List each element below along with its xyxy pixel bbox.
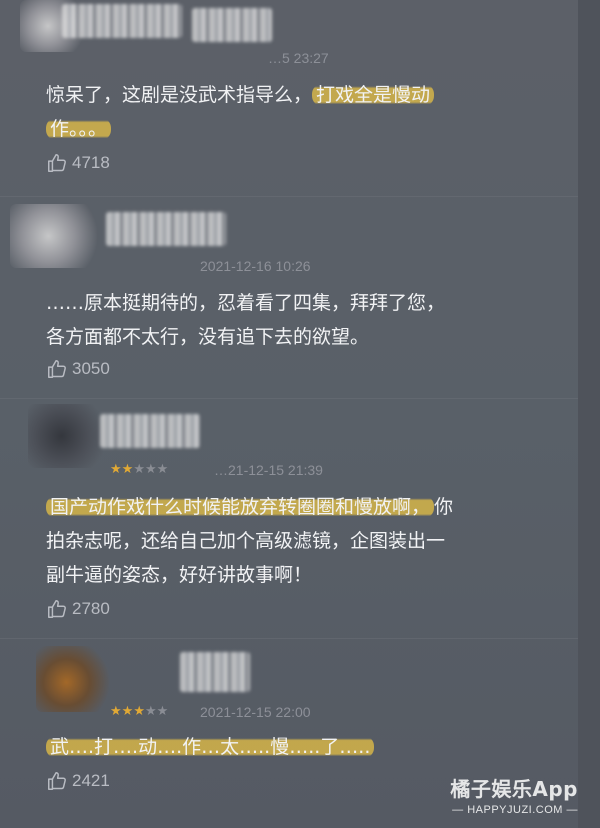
comment-body: ……原本挺期待的，忍着看了四集，拜拜了您， 各方面都不太行，没有追下去的欲望。 <box>46 286 556 354</box>
star-icon: ★ <box>144 462 157 477</box>
username-redacted <box>192 8 272 42</box>
highlighted-text: 打戏全是慢动 <box>312 84 435 106</box>
watermark: 橘子娱乐App — HAPPYJUZI.COM — <box>450 773 578 816</box>
comment-timestamp: 2021-12-16 10:26 <box>200 258 311 274</box>
comment-item: 2021-12-16 10:26 ……原本挺期待的，忍着看了四集，拜拜了您， 各… <box>0 200 578 400</box>
comment-timestamp: …5 23:27 <box>268 50 329 66</box>
comment-line: 各方面都不太行，没有追下去的欲望。 <box>46 326 370 348</box>
comment-body: 武….打….动….作…太…..慢…..了….. <box>46 730 556 764</box>
comment-text: 你 <box>434 496 454 518</box>
divider <box>0 196 578 197</box>
rating-stars: ★★★★★ <box>110 704 168 719</box>
star-icon: ★ <box>110 462 122 477</box>
star-icon: ★ <box>156 462 169 477</box>
comment-item: ★★★★★ …21-12-15 21:39 国产动作戏什么时候能放弃转圈圈和慢放… <box>0 400 578 640</box>
username-redacted <box>106 212 226 246</box>
watermark-brand: 橘子娱乐App <box>450 777 578 801</box>
thumbs-up-icon <box>46 598 68 620</box>
scrollbar-rail[interactable] <box>578 0 600 828</box>
comment-timestamp: 2021-12-15 22:00 <box>200 704 311 720</box>
avatar[interactable] <box>36 646 112 712</box>
star-icon: ★ <box>121 462 134 477</box>
star-icon: ★ <box>110 704 122 719</box>
star-icon: ★ <box>133 704 145 719</box>
comment-item: …5 23:27 惊呆了，这剧是没武术指导么， 打戏全是慢动 作。。。 4718 <box>0 0 578 200</box>
comment-text: 惊呆了，这剧是没武术指导么， <box>46 84 313 106</box>
like-count: 4718 <box>72 153 110 172</box>
comment-timestamp: …21-12-15 21:39 <box>214 462 323 478</box>
like-button[interactable]: 2780 <box>46 598 110 620</box>
like-count: 2780 <box>72 599 110 618</box>
comment-line: 惊呆了，这剧是没武术指导么， 打戏全是慢动 <box>46 78 556 112</box>
thumbs-up-icon <box>46 358 68 380</box>
comment-line: 作。。。 <box>46 112 556 146</box>
avatar[interactable] <box>10 204 106 268</box>
thumbs-up-icon <box>46 770 68 792</box>
like-count: 2421 <box>72 771 110 790</box>
like-button[interactable]: 4718 <box>46 152 110 174</box>
comment-feed: …5 23:27 惊呆了，这剧是没武术指导么， 打戏全是慢动 作。。。 4718 … <box>0 0 600 828</box>
divider <box>0 398 578 399</box>
comment-line: 武….打….动….作…太…..慢…..了….. <box>46 730 556 764</box>
like-button[interactable]: 2421 <box>46 770 110 792</box>
star-icon: ★ <box>144 704 157 719</box>
star-icon: ★ <box>156 704 169 719</box>
highlighted-text: 作。。。 <box>46 118 112 140</box>
username-redacted <box>62 4 182 38</box>
highlighted-text: 武….打….动….作…太…..慢…..了….. <box>46 736 375 758</box>
comment-line: 副牛逼的姿态，好好讲故事啊！ <box>46 564 313 586</box>
comment-line: 国产动作戏什么时候能放弃转圈圈和慢放啊，你 <box>46 490 556 524</box>
comment-line: ……原本挺期待的，忍着看了四集，拜拜了您， <box>46 292 446 314</box>
star-icon: ★ <box>121 704 134 719</box>
like-button[interactable]: 3050 <box>46 358 110 380</box>
like-count: 3050 <box>72 359 110 378</box>
comment-line: 拍杂志呢，还给自己加个高级滤镜，企图装出一 <box>46 530 446 552</box>
username-redacted <box>100 414 200 448</box>
rating-stars: ★★★★★ <box>110 462 168 477</box>
watermark-url: — HAPPYJUZI.COM — <box>452 804 578 816</box>
username-redacted <box>180 652 250 692</box>
comment-body: 国产动作戏什么时候能放弃转圈圈和慢放啊，你 拍杂志呢，还给自己加个高级滤镜，企图… <box>46 490 556 592</box>
comment-body: 惊呆了，这剧是没武术指导么， 打戏全是慢动 作。。。 <box>46 78 556 146</box>
divider <box>0 638 578 639</box>
star-icon: ★ <box>133 462 145 477</box>
highlighted-text: 国产动作戏什么时候能放弃转圈圈和慢放啊， <box>46 496 435 518</box>
thumbs-up-icon <box>46 152 68 174</box>
